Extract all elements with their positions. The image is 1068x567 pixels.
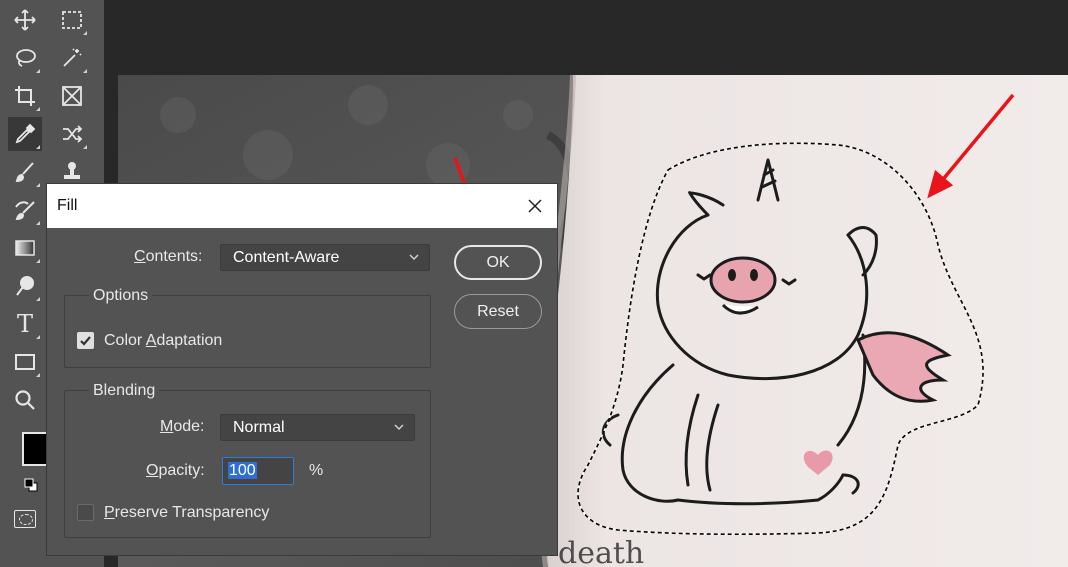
color-adaptation-checkbox[interactable] (77, 332, 94, 349)
frame-icon[interactable] (55, 79, 89, 113)
reset-button[interactable]: Reset (454, 294, 542, 329)
history-brush-icon[interactable] (8, 193, 42, 227)
default-colors-icon[interactable] (24, 478, 38, 492)
opacity-value: 100 (228, 462, 257, 479)
blending-title: Blending (89, 382, 160, 400)
fill-dialog: Fill Contents: Content-Aware Options Col… (47, 184, 557, 555)
preserve-transparency-checkbox[interactable] (77, 504, 94, 521)
contents-value: Content-Aware (233, 249, 340, 266)
quick-mask-icon[interactable] (14, 510, 36, 528)
foreground-color-swatch[interactable] (22, 432, 48, 466)
rectangle-icon[interactable] (8, 345, 42, 379)
crop-icon[interactable] (8, 79, 42, 113)
mode-value: Normal (233, 419, 285, 436)
preserve-transparency-label[interactable]: Preserve Transparency (104, 504, 269, 522)
canvas-bottom-text: death (558, 536, 644, 567)
dodge-icon[interactable] (8, 269, 42, 303)
move-tool-icon[interactable] (8, 3, 42, 37)
brush-icon[interactable] (8, 155, 42, 189)
mode-label: Mode: (160, 418, 205, 435)
eyedropper-icon[interactable] (8, 117, 42, 151)
contents-select[interactable]: Content-Aware (220, 244, 430, 271)
contents-label: Contents: (134, 248, 203, 265)
opacity-unit: % (309, 462, 324, 479)
opacity-label: Opacity: (146, 462, 205, 479)
close-icon[interactable] (521, 192, 549, 220)
chevron-down-icon (394, 424, 404, 431)
dialog-titlebar[interactable]: Fill (47, 184, 557, 228)
color-adaptation-label[interactable]: Color Adaptation (104, 332, 222, 350)
mode-select[interactable]: Normal (220, 414, 415, 441)
content-aware-move-icon[interactable] (55, 117, 89, 151)
dialog-title: Fill (57, 197, 78, 214)
type-icon[interactable]: T (8, 307, 42, 341)
ok-button[interactable]: OK (454, 245, 542, 280)
chevron-down-icon (409, 254, 419, 261)
marquee-tool-icon[interactable] (55, 3, 89, 37)
lasso-tool-icon[interactable] (8, 41, 42, 75)
opacity-input[interactable]: 100 (222, 457, 294, 485)
zoom-icon[interactable] (8, 383, 42, 417)
checkmark-icon (80, 336, 91, 346)
gradient-icon[interactable] (8, 231, 42, 265)
magic-wand-icon[interactable] (55, 41, 89, 75)
options-title: Options (89, 287, 153, 305)
